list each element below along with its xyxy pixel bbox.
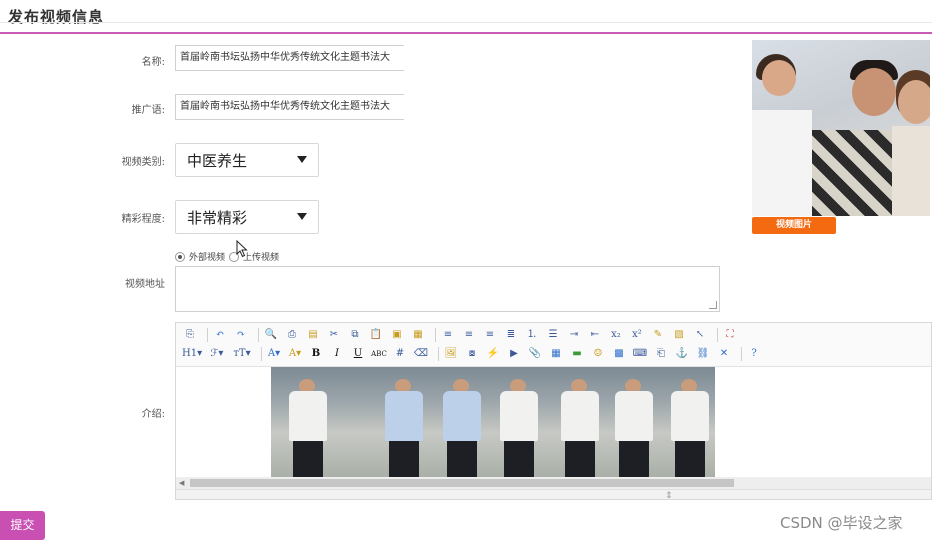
heading-icon[interactable]: H1▾ [182,346,202,362]
scroll-left-icon[interactable]: ◀ [179,479,184,487]
flash-icon[interactable]: ⚡ [485,346,501,362]
promo-input[interactable]: 首届岭南书坛弘扬中华优秀传统文化主题书法大 [175,94,404,120]
toolbar-separator [207,328,208,342]
font-color-icon[interactable]: A▾ [266,346,282,362]
align-right-icon[interactable]: ≡ [482,327,498,343]
remove-format-icon[interactable]: ⌫ [413,346,429,362]
page-header: 发布视频信息 [0,0,932,34]
scrollbar-thumb[interactable] [190,479,734,487]
video-source-group: 外部视频 上传视频 [175,250,283,263]
toolbar-separator [261,347,262,361]
toolbar-separator [741,347,742,361]
outdent-icon[interactable]: ⇤ [587,327,603,343]
category-selected-value: 中医养生 [187,152,248,170]
print-icon[interactable]: ⎙ [284,327,300,343]
watermark: CSDN @毕设之家 [780,514,903,532]
redo-icon[interactable]: ↷ [233,327,249,343]
multi-image-icon[interactable]: ⧇ [464,346,480,362]
category-select[interactable]: 中医养生 [175,143,319,177]
insert-hr-icon[interactable]: ▬ [569,346,585,362]
editor-toolbar: ⎘ ↶ ↷ 🔍 ⎙ ▤ ✂ ⧉ 📋 ▣ ▦ ≡ ≡ ≡ ≣ ⒈ ☰ ⇥ ⇤ x₂… [176,323,931,367]
clear-format-icon[interactable]: ✎ [650,327,666,343]
font-family-icon[interactable]: ℱ▾ [207,346,227,362]
url-label: 视频地址 [125,279,165,290]
page-title: 发布视频信息 [8,8,105,26]
editor-horizontal-scrollbar[interactable]: ◀ [176,477,931,489]
indent-icon[interactable]: ⇥ [566,327,582,343]
toolbar-separator [438,347,439,361]
code-icon[interactable]: ⌨ [632,346,648,362]
paste-text-icon[interactable]: ▣ [389,327,405,343]
toolbar-row-2: H1▾ ℱ▾ тT▾ A▾ A▾ B I U ABC # ⌫ 🖼 ⧇ ⚡ ▶ 📎… [182,345,767,363]
align-center-icon[interactable]: ≡ [461,327,477,343]
unlink-icon[interactable]: ✕ [716,346,732,362]
preview-icon[interactable]: 🔍 [263,327,279,343]
align-left-icon[interactable]: ≡ [440,327,456,343]
toolbar-separator [717,328,718,342]
line-height-icon[interactable]: # [392,346,408,362]
toolbar-separator [435,328,436,342]
emoticon-icon[interactable]: ☺ [590,346,606,362]
radio-external-video[interactable] [175,251,185,262]
strikethrough-icon[interactable]: ABC [371,346,387,362]
superscript-icon[interactable]: x² [629,327,645,343]
select-all-icon[interactable]: ▧ [671,327,687,343]
category-label: 视频类别: [121,157,165,168]
toolbar-separator [258,328,259,342]
chevron-down-icon [297,156,307,163]
quality-selected-value: 非常精彩 [187,209,248,227]
chevron-down-icon [297,213,307,220]
editor-embedded-image [271,367,715,477]
resize-handle-icon[interactable]: ⇕ [665,491,673,499]
font-size-icon[interactable]: тT▾ [232,346,252,362]
submit-button[interactable]: 提交 [0,511,45,540]
anchor-icon[interactable]: ⚓ [674,346,690,362]
ordered-list-icon[interactable]: ⒈ [524,327,540,343]
video-image-button[interactable]: 视频图片 [752,217,836,234]
name-input[interactable]: 首届岭南书坛弘扬中华优秀传统文化主题书法大 [175,45,404,71]
map-icon[interactable]: ▩ [611,346,627,362]
quality-label: 精彩程度: [121,214,165,225]
italic-icon[interactable]: I [329,346,345,362]
toolbar-row-1: ⎘ ↶ ↷ 🔍 ⎙ ▤ ✂ ⧉ 📋 ▣ ▦ ≡ ≡ ≡ ≣ ⒈ ☰ ⇥ ⇤ x₂… [182,326,743,344]
subscript-icon[interactable]: x₂ [608,327,624,343]
paste-icon[interactable]: 📋 [368,327,384,343]
video-thumbnail-image[interactable] [752,40,930,216]
pointer-icon[interactable]: ↖ [692,327,708,343]
fullscreen-icon[interactable]: ⛶ [722,327,738,343]
editor-content-area[interactable] [176,367,931,477]
radio-external-label: 外部视频 [189,253,226,263]
source-icon[interactable]: ⎘ [182,327,198,343]
editor-resize-bar[interactable]: ⇕ [176,489,931,499]
intro-label: 介绍: [141,409,165,420]
video-url-textarea[interactable] [175,266,720,312]
align-justify-icon[interactable]: ≣ [503,327,519,343]
underline-icon[interactable]: U [350,346,366,362]
name-label: 名称: [141,57,165,68]
undo-icon[interactable]: ↶ [212,327,228,343]
media-icon[interactable]: ▶ [506,346,522,362]
link-icon[interactable]: ⛓ [695,346,711,362]
template-icon[interactable]: ▤ [305,327,321,343]
image-icon[interactable]: 🖼 [443,346,459,362]
highlight-icon[interactable]: A▾ [287,346,303,362]
table-icon[interactable]: ▦ [548,346,564,362]
copy-icon[interactable]: ⧉ [347,327,363,343]
promo-label: 推广语: [131,105,165,116]
header-divider [0,22,932,23]
quality-select[interactable]: 非常精彩 [175,200,319,234]
bold-icon[interactable]: B [308,346,324,362]
attachment-icon[interactable]: 📎 [527,346,543,362]
help-icon[interactable]: ? [746,346,762,362]
resize-grip-icon[interactable] [709,301,717,309]
pagebreak-icon[interactable]: ⎗ [653,346,669,362]
paste-word-icon[interactable]: ▦ [410,327,426,343]
cut-icon[interactable]: ✂ [326,327,342,343]
unordered-list-icon[interactable]: ☰ [545,327,561,343]
radio-upload-label: 上传视频 [243,253,280,263]
rich-text-editor[interactable]: ⎘ ↶ ↷ 🔍 ⎙ ▤ ✂ ⧉ 📋 ▣ ▦ ≡ ≡ ≡ ≣ ⒈ ☰ ⇥ ⇤ x₂… [175,322,932,500]
